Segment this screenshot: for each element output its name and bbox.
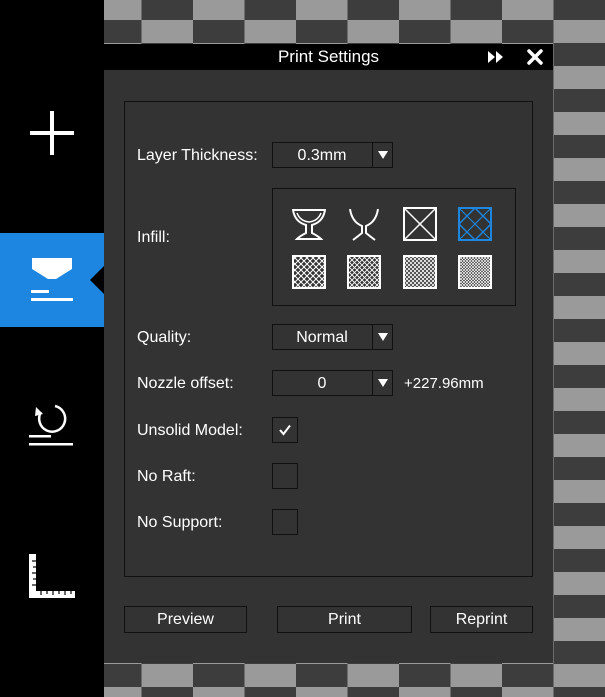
no-support-label: No Support: — [137, 514, 223, 531]
diamond-square-icon[interactable] — [458, 207, 492, 241]
dense-grid-icon[interactable] — [458, 255, 492, 289]
unsolid-model-label: Unsolid Model: — [137, 422, 243, 439]
unsolid-model-checkbox[interactable] — [272, 417, 298, 443]
nozzle-offset-readout: +227.96mm — [404, 375, 484, 392]
quality-select[interactable]: Normal — [272, 324, 393, 350]
close-icon[interactable] — [527, 49, 543, 65]
thin-goblet-icon[interactable] — [347, 207, 381, 241]
crossed-square-icon[interactable] — [403, 207, 437, 241]
layer-thickness-value: 0.3mm — [297, 147, 347, 164]
nozzle-offset-select[interactable]: 0 — [272, 370, 393, 396]
coarse-grid-icon[interactable] — [292, 255, 326, 289]
title-bar: Print Settings — [104, 44, 553, 70]
print-settings-panel: Print Settings Layer Thickness: 0.3mm In… — [104, 44, 553, 663]
print-settings-icon — [31, 258, 73, 301]
print-button[interactable]: Print — [277, 606, 412, 633]
fine-grid-icon[interactable] — [403, 255, 437, 289]
plus-icon — [30, 111, 74, 155]
no-support-checkbox[interactable] — [272, 509, 298, 535]
preview-button[interactable]: Preview — [124, 606, 247, 633]
infill-label: Infill: — [137, 229, 170, 246]
no-raft-checkbox[interactable] — [272, 463, 298, 489]
checkmark-icon — [279, 424, 291, 436]
panel-title: Print Settings — [277, 47, 380, 66]
reset-rotate-icon — [29, 404, 73, 446]
rotate-reset-button[interactable] — [0, 380, 104, 474]
print-settings-tab[interactable] — [0, 233, 104, 327]
dropdown-arrow-icon — [372, 143, 392, 167]
reprint-button[interactable]: Reprint — [430, 606, 533, 633]
ruler-icon — [29, 554, 75, 598]
settings-group: Layer Thickness: 0.3mm Infill: Quality: … — [124, 101, 533, 577]
dropdown-arrow-icon — [372, 325, 392, 349]
layer-thickness-label: Layer Thickness: — [137, 147, 258, 164]
layer-thickness-select[interactable]: 0.3mm — [272, 142, 393, 168]
measure-button[interactable] — [0, 529, 104, 623]
sidebar — [0, 0, 104, 697]
quality-value: Normal — [296, 329, 348, 346]
fast-forward-icon[interactable] — [488, 51, 504, 63]
add-model-button[interactable] — [0, 86, 104, 180]
quality-label: Quality: — [137, 329, 192, 346]
nozzle-offset-value: 0 — [317, 375, 327, 392]
no-raft-label: No Raft: — [137, 468, 196, 485]
infill-options — [272, 188, 516, 306]
nozzle-offset-label: Nozzle offset: — [137, 375, 234, 392]
dropdown-arrow-icon — [372, 371, 392, 395]
hollow-goblet-icon[interactable] — [292, 207, 326, 241]
medium-grid-icon[interactable] — [347, 255, 381, 289]
